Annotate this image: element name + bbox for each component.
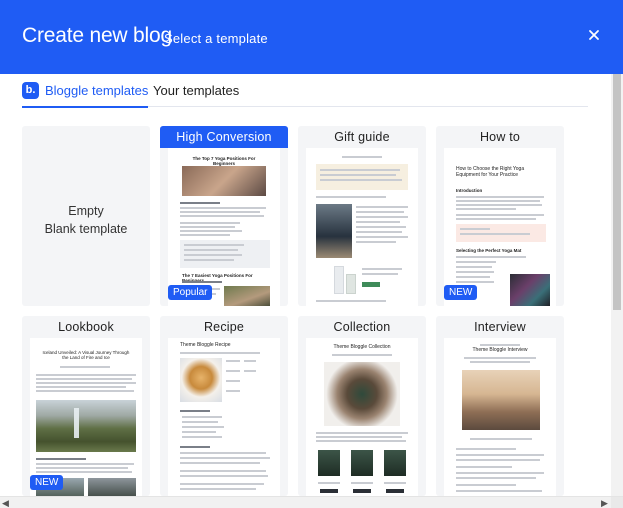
- template-preview: Iceland Unveiled: A Visual Journey Throu…: [30, 338, 142, 496]
- template-empty[interactable]: Empty Blank template: [22, 126, 150, 306]
- popular-badge: Popular: [168, 285, 213, 300]
- scrollbar-thumb[interactable]: [613, 74, 621, 310]
- empty-label-line2: Blank template: [44, 222, 128, 236]
- modal-title: Create new blog: [22, 24, 172, 47]
- template-collection[interactable]: Collection Theme Bloggle Collection: [298, 316, 426, 496]
- template-preview: [306, 148, 418, 306]
- template-label: Lookbook: [58, 320, 114, 334]
- preview-heading: Theme Bloggle Interview: [472, 347, 528, 353]
- preview-section: Introduction: [456, 188, 483, 193]
- template-recipe[interactable]: Recipe Theme Bloggle Recipe: [160, 316, 288, 496]
- vertical-scrollbar[interactable]: [611, 74, 623, 496]
- chevron-right-icon[interactable]: ▶: [601, 498, 608, 508]
- preview-heading: Iceland Unveiled: A Visual Journey Throu…: [42, 350, 130, 360]
- template-label: Gift guide: [334, 130, 390, 144]
- template-high-conversion[interactable]: High Conversion The Top 7 Yoga Positions…: [160, 126, 288, 306]
- bloggle-logo-icon: b.: [22, 81, 39, 99]
- template-label: High Conversion: [160, 126, 288, 148]
- tab-your-templates[interactable]: Your templates: [153, 74, 239, 106]
- template-how-to[interactable]: How to How to Choose the Right Yoga Equi…: [436, 126, 564, 306]
- scrollbar-corner: [611, 497, 623, 508]
- new-badge: NEW: [444, 285, 478, 300]
- preview-section-2: Selecting the Perfect Yoga Mat: [456, 248, 522, 253]
- preview-heading: Theme Bloggle Collection: [333, 344, 391, 350]
- preview-heading: Theme Bloggle Recipe: [180, 342, 231, 348]
- preview-image: [182, 166, 266, 196]
- modal-header: Create new blog Select a template: [0, 0, 623, 74]
- template-preview: Theme Bloggle Recipe: [168, 338, 280, 496]
- template-lookbook[interactable]: Lookbook Iceland Unveiled: A Visual Jour…: [22, 316, 150, 496]
- template-preview: Theme Bloggle Interview: [444, 338, 556, 496]
- template-gift-guide[interactable]: Gift guide: [298, 126, 426, 306]
- template-label: Collection: [333, 320, 391, 334]
- chevron-left-icon[interactable]: ◀: [2, 498, 9, 508]
- template-label: Interview: [474, 320, 526, 334]
- new-badge: NEW: [30, 475, 64, 490]
- preview-heading: The Top 7 Yoga Positions For Beginners: [192, 156, 256, 166]
- preview-heading: How to Choose the Right Yoga Equipment f…: [456, 166, 525, 178]
- template-interview[interactable]: Interview Theme Bloggle Interview: [436, 316, 564, 496]
- template-preview: Theme Bloggle Collection: [306, 338, 418, 496]
- tab-label: Bloggle templates: [45, 82, 149, 98]
- empty-template-label: Empty Blank template: [22, 202, 150, 238]
- template-label: Recipe: [203, 320, 245, 334]
- template-label: How to: [479, 130, 521, 144]
- template-preview: The Top 7 Yoga Positions For Beginners T…: [168, 148, 280, 306]
- tab-bloggle-templates[interactable]: b. Bloggle templates: [22, 74, 149, 108]
- modal-subtitle: Select a template: [164, 31, 268, 46]
- template-tabs: b. Bloggle templates Your templates: [22, 72, 588, 108]
- empty-label-line1: Empty: [68, 204, 104, 218]
- tab-label: Your templates: [153, 82, 240, 98]
- template-preview: How to Choose the Right Yoga Equipment f…: [444, 148, 556, 306]
- close-icon[interactable]: [586, 27, 602, 43]
- horizontal-scrollbar[interactable]: ◀ ▶: [0, 496, 623, 508]
